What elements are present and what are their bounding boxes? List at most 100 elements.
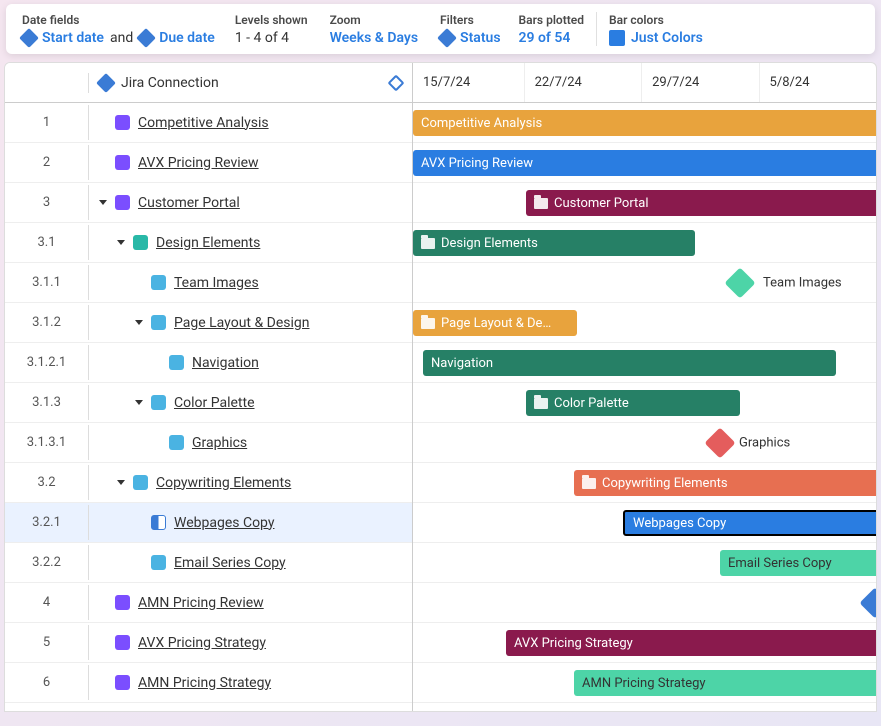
row-title-link[interactable]: AMN Pricing Strategy bbox=[138, 675, 271, 691]
table-row[interactable]: 3.1.2Page Layout & Design bbox=[5, 303, 412, 343]
bar-label: Copywriting Elements bbox=[602, 476, 728, 491]
folder-icon bbox=[421, 318, 435, 329]
row-title-link[interactable]: Email Series Copy bbox=[174, 555, 286, 571]
milestone-marker[interactable] bbox=[724, 267, 755, 298]
title-cell: AVX Pricing Review bbox=[89, 155, 412, 171]
chevron-down-icon[interactable] bbox=[135, 320, 143, 325]
timeline-row: AMN Pricing Strategy bbox=[413, 663, 876, 703]
milestone-marker[interactable] bbox=[704, 427, 735, 458]
chevron-down-icon[interactable] bbox=[99, 200, 107, 205]
row-title-link[interactable]: Competitive Analysis bbox=[138, 115, 269, 131]
title-cell: Design Elements bbox=[89, 235, 412, 251]
row-number: 6 bbox=[5, 665, 89, 700]
number-column-header bbox=[5, 73, 89, 93]
title-column-header[interactable]: Jira Connection bbox=[89, 75, 412, 91]
table-row[interactable]: 2AVX Pricing Review bbox=[5, 143, 412, 183]
bar-label: Page Layout & De… bbox=[441, 316, 551, 331]
table-row[interactable]: 6 AMN Pricing Strategy bbox=[5, 663, 412, 703]
table-row[interactable]: 3.2.2Email Series Copy bbox=[5, 543, 412, 583]
row-title-link[interactable]: Copywriting Elements bbox=[156, 475, 291, 491]
title-cell: AMN Pricing Review bbox=[89, 595, 412, 611]
table-row[interactable]: 1Competitive Analysis bbox=[5, 103, 412, 143]
timeline-row: Page Layout & De… bbox=[413, 303, 876, 343]
table-row[interactable]: 3.1.3 Color Palette bbox=[5, 383, 412, 423]
item-type-icon bbox=[151, 395, 166, 410]
table-row[interactable]: 3.1Design Elements bbox=[5, 223, 412, 263]
filters-group[interactable]: Filters Status bbox=[440, 13, 500, 46]
milestone-marker[interactable] bbox=[859, 587, 876, 618]
gantt-bar[interactable]: Competitive Analysis bbox=[413, 110, 876, 136]
start-date-value[interactable]: Start date bbox=[42, 30, 104, 46]
item-type-icon bbox=[115, 595, 130, 610]
row-title-link[interactable]: Graphics bbox=[192, 435, 247, 451]
timeline-row: Graphics bbox=[413, 423, 876, 463]
timeline-row: AVX Pricing Review bbox=[413, 143, 876, 183]
gantt-bar[interactable]: AVX Pricing Strategy bbox=[506, 630, 876, 656]
levels-shown-group[interactable]: Levels shown 1 - 4 of 4 bbox=[235, 13, 308, 46]
timeline-header: 15/7/2422/7/2429/7/245/8/24 bbox=[413, 63, 876, 103]
milestone-label: Graphics bbox=[739, 435, 790, 450]
row-title-link[interactable]: Navigation bbox=[192, 355, 259, 371]
gantt-bar[interactable]: Color Palette bbox=[526, 390, 740, 416]
gantt-bar[interactable]: AMN Pricing Strategy bbox=[574, 670, 876, 696]
levels-shown-label: Levels shown bbox=[235, 13, 308, 27]
table-row[interactable]: 3.2Copywriting Elements bbox=[5, 463, 412, 503]
table-row[interactable]: 5AVX Pricing Strategy bbox=[5, 623, 412, 663]
date-fields-label: Date fields bbox=[22, 13, 215, 27]
bars-plotted-label: Bars plotted bbox=[519, 13, 584, 27]
zoom-group[interactable]: Zoom Weeks & Days bbox=[330, 13, 418, 46]
due-date-value[interactable]: Due date bbox=[159, 30, 215, 46]
row-number: 3.2.1 bbox=[5, 505, 89, 540]
row-number: 3.1.3 bbox=[5, 385, 89, 420]
filters-value[interactable]: Status bbox=[460, 30, 500, 46]
table-row[interactable]: 3Customer Portal bbox=[5, 183, 412, 223]
gantt-bar[interactable]: Customer Portal bbox=[526, 190, 876, 216]
row-title-link[interactable]: Customer Portal bbox=[138, 195, 240, 211]
title-cell: Team Images bbox=[89, 275, 412, 291]
gantt-bar[interactable]: AVX Pricing Review bbox=[413, 150, 876, 176]
gantt-bar[interactable]: Webpages Copy bbox=[623, 510, 876, 536]
title-cell: Competitive Analysis bbox=[89, 115, 412, 131]
row-title-link[interactable]: Color Palette bbox=[174, 395, 255, 411]
filters-label: Filters bbox=[440, 13, 500, 27]
folder-icon bbox=[582, 478, 596, 489]
row-title-link[interactable]: AVX Pricing Strategy bbox=[138, 635, 266, 651]
date-fields-group[interactable]: Date fields Start date and Due date bbox=[22, 13, 215, 46]
gantt-bar[interactable]: Design Elements bbox=[413, 230, 695, 256]
separator bbox=[596, 12, 597, 46]
table-row[interactable]: 3.1.2.1 Navigation bbox=[5, 343, 412, 383]
chevron-down-icon[interactable] bbox=[117, 480, 125, 485]
gantt-bar[interactable]: Copywriting Elements bbox=[574, 470, 876, 496]
gantt-bar[interactable]: Email Series Copy bbox=[720, 550, 876, 576]
table-row[interactable]: 3.1.1Team Images bbox=[5, 263, 412, 303]
bar-label: Design Elements bbox=[441, 236, 538, 251]
row-title-link[interactable]: AVX Pricing Review bbox=[138, 155, 259, 171]
table-row[interactable]: 4AMN Pricing Review bbox=[5, 583, 412, 623]
timeline-body[interactable]: Competitive Analysis AVX Pricing Review Cu… bbox=[413, 103, 876, 703]
gantt-bar[interactable]: Page Layout & De… bbox=[413, 310, 577, 336]
folder-icon bbox=[534, 198, 548, 209]
row-title-link[interactable]: Webpages Copy bbox=[174, 515, 274, 531]
item-type-icon bbox=[133, 235, 148, 250]
chevron-down-icon[interactable] bbox=[117, 240, 125, 245]
row-title-link[interactable]: Page Layout & Design bbox=[174, 315, 309, 331]
bars-plotted-value[interactable]: 29 of 54 bbox=[519, 30, 571, 46]
bars-plotted-group[interactable]: Bars plotted 29 of 54 bbox=[519, 13, 584, 46]
item-type-icon bbox=[115, 675, 130, 690]
tag-icon[interactable] bbox=[388, 74, 405, 91]
table-row[interactable]: 3.1.3.1Graphics bbox=[5, 423, 412, 463]
table-row[interactable]: 3.2.1 Webpages Copy bbox=[5, 503, 412, 543]
item-type-icon bbox=[151, 515, 166, 530]
bar-colors-group[interactable]: Bar colors Just Colors bbox=[609, 13, 703, 46]
bar-colors-value[interactable]: Just Colors bbox=[631, 30, 703, 46]
gantt-bar[interactable]: Navigation bbox=[423, 350, 836, 376]
row-title-link[interactable]: Team Images bbox=[174, 275, 259, 291]
bar-label: Color Palette bbox=[554, 396, 629, 411]
zoom-value[interactable]: Weeks & Days bbox=[330, 30, 418, 46]
item-type-icon bbox=[133, 475, 148, 490]
row-number: 3.1.2.1 bbox=[5, 345, 89, 380]
row-title-link[interactable]: Design Elements bbox=[156, 235, 260, 251]
row-title-link[interactable]: AMN Pricing Review bbox=[138, 595, 264, 611]
chevron-down-icon[interactable] bbox=[135, 400, 143, 405]
folder-icon bbox=[534, 398, 548, 409]
